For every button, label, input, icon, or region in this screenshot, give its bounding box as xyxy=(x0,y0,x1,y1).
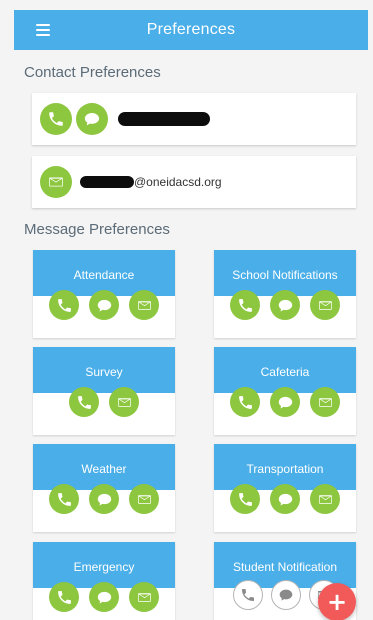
chat-bubble-icon[interactable] xyxy=(89,484,119,514)
add-fab-button[interactable]: + xyxy=(318,583,356,620)
phone-icon[interactable] xyxy=(69,387,99,417)
chat-bubble-icon[interactable] xyxy=(89,582,119,612)
phone-icon[interactable] xyxy=(40,103,72,135)
preferences-screen: Preferences Contact Preferences @oneidac… xyxy=(0,0,373,620)
phone-icon[interactable] xyxy=(49,484,79,514)
envelope-icon[interactable] xyxy=(129,582,159,612)
email-domain-text: @oneidacsd.org xyxy=(134,175,222,189)
message-card-attendance[interactable]: Attendance xyxy=(33,250,175,338)
phone-icon[interactable] xyxy=(230,290,260,320)
page-title: Preferences xyxy=(146,21,236,38)
chat-bubble-icon[interactable] xyxy=(270,387,300,417)
redacted-phone-number xyxy=(118,112,210,126)
message-card-emergency[interactable]: Emergency xyxy=(33,542,175,620)
phone-contact-row[interactable] xyxy=(32,93,356,145)
message-card-school-notifications[interactable]: School Notifications xyxy=(214,250,356,338)
envelope-icon[interactable] xyxy=(310,387,340,417)
envelope-icon[interactable] xyxy=(310,484,340,514)
phone-icon[interactable] xyxy=(49,290,79,320)
phone-icon[interactable] xyxy=(230,484,260,514)
message-card-survey[interactable]: Survey xyxy=(33,347,175,435)
chat-bubble-icon[interactable] xyxy=(270,484,300,514)
message-card-transportation[interactable]: Transportation xyxy=(214,444,356,532)
envelope-icon[interactable] xyxy=(109,387,139,417)
chat-bubble-icon[interactable] xyxy=(271,580,301,610)
plus-icon: + xyxy=(326,588,348,616)
chat-bubble-icon[interactable] xyxy=(76,103,108,135)
redacted-email-user xyxy=(80,176,134,188)
phone-icon[interactable] xyxy=(49,582,79,612)
phone-icon[interactable] xyxy=(230,387,260,417)
envelope-icon[interactable] xyxy=(129,484,159,514)
envelope-icon[interactable] xyxy=(310,290,340,320)
message-card-cafeteria[interactable]: Cafeteria xyxy=(214,347,356,435)
envelope-icon[interactable] xyxy=(40,166,72,198)
email-contact-row[interactable]: @oneidacsd.org xyxy=(32,156,356,208)
message-card-weather[interactable]: Weather xyxy=(33,444,175,532)
chat-bubble-icon[interactable] xyxy=(89,290,119,320)
chat-bubble-icon[interactable] xyxy=(270,290,300,320)
phone-icon[interactable] xyxy=(233,580,263,610)
envelope-icon[interactable] xyxy=(129,290,159,320)
contact-preferences-heading: Contact Preferences xyxy=(24,64,161,81)
hamburger-menu-icon[interactable] xyxy=(36,24,50,36)
app-bar: Preferences xyxy=(14,10,368,50)
message-preferences-heading: Message Preferences xyxy=(24,221,170,238)
